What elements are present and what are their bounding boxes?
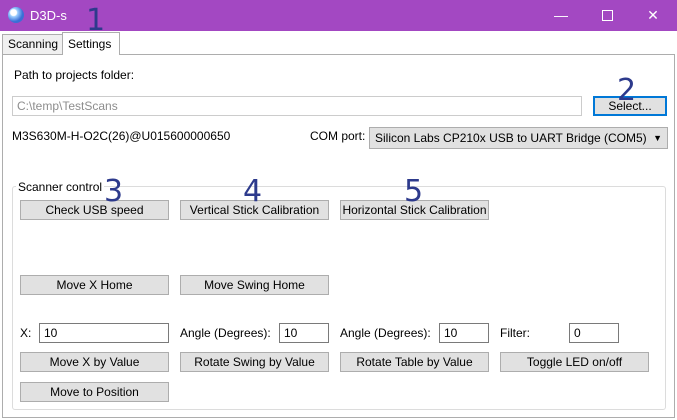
move-swing-home-button[interactable]: Move Swing Home	[180, 275, 329, 295]
scanner-control-title: Scanner control	[16, 180, 105, 194]
path-field[interactable]	[12, 96, 582, 116]
angle-swing-label: Angle (Degrees):	[180, 326, 271, 340]
toggle-led-button[interactable]: Toggle LED on/off	[500, 352, 649, 372]
angle-swing-field[interactable]	[279, 323, 329, 343]
move-x-home-button[interactable]: Move X Home	[20, 275, 169, 295]
rotate-swing-by-value-button[interactable]: Rotate Swing by Value	[180, 352, 329, 372]
angle-table-field[interactable]	[439, 323, 489, 343]
filter-field[interactable]	[569, 323, 619, 343]
com-port-select[interactable]: Silicon Labs CP210x USB to UART Bridge (…	[369, 127, 668, 149]
annotation-marker-4: 4	[243, 174, 263, 209]
window-title: D3D-s	[30, 8, 67, 23]
chevron-down-icon: ▼	[653, 133, 662, 143]
filter-label: Filter:	[500, 326, 530, 340]
path-label: Path to projects folder:	[14, 68, 135, 82]
annotation-marker-2: 2	[617, 73, 637, 108]
rotate-table-by-value-button[interactable]: Rotate Table by Value	[340, 352, 489, 372]
tab-scanning[interactable]: Scanning	[2, 34, 64, 54]
close-button[interactable]: ✕	[630, 0, 676, 31]
angle-table-label: Angle (Degrees):	[340, 326, 431, 340]
move-x-by-value-button[interactable]: Move X by Value	[20, 352, 169, 372]
x-label: X:	[20, 326, 32, 340]
device-id-label: M3S630M-H-O2C(26)@U015600000650	[12, 129, 231, 143]
move-to-position-button[interactable]: Move to Position	[20, 382, 169, 402]
check-usb-speed-button[interactable]: Check USB speed	[20, 200, 169, 220]
annotation-marker-3: 3	[104, 174, 124, 209]
tab-settings[interactable]: Settings	[62, 32, 120, 55]
maximize-button[interactable]	[584, 0, 630, 31]
maximize-icon	[601, 9, 613, 21]
com-port-value: Silicon Labs CP210x USB to UART Bridge (…	[375, 131, 647, 145]
app-icon	[8, 7, 24, 23]
com-port-label: COM port:	[310, 129, 366, 143]
minimize-button[interactable]: —	[538, 0, 584, 31]
annotation-marker-5: 5	[404, 174, 424, 209]
x-value-field[interactable]	[39, 323, 169, 343]
